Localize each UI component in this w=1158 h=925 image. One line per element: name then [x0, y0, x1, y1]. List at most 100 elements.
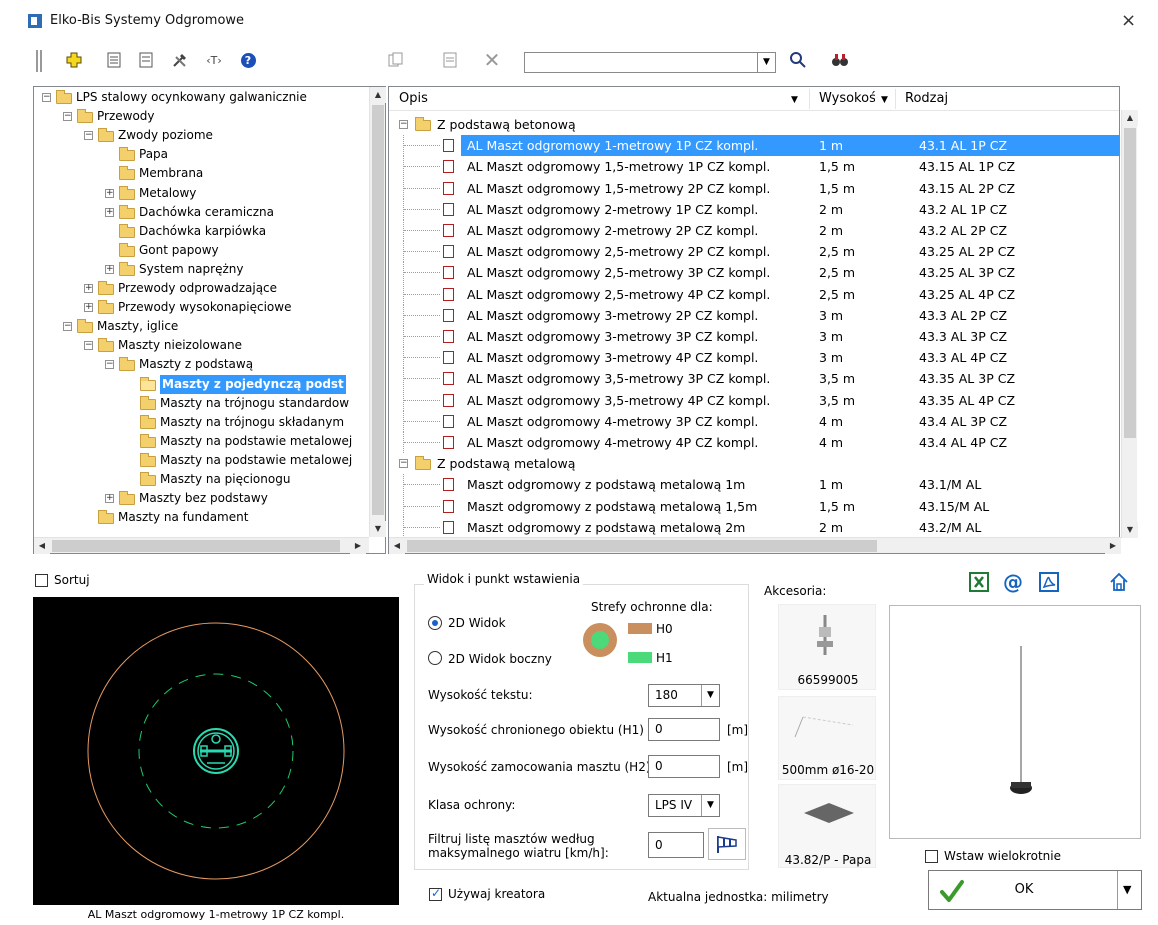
- wind-filter-button[interactable]: [708, 828, 746, 860]
- tree-item[interactable]: Maszty na pięcionogu: [34, 470, 369, 489]
- expand-icon[interactable]: +: [105, 494, 114, 504]
- close-icon[interactable]: ×: [1121, 10, 1136, 31]
- list-hscrollbar[interactable]: ◀ ▶: [389, 537, 1121, 554]
- list-item[interactable]: Maszt odgromowy z podstawą metalową 1,5m…: [389, 495, 1119, 517]
- h1-input[interactable]: 0: [648, 718, 720, 741]
- column-rodzaj[interactable]: Rodzaj: [905, 91, 948, 106]
- wind-filter-input[interactable]: 0: [648, 832, 704, 858]
- tree-item[interactable]: + Maszty bez podstawy: [34, 489, 369, 508]
- scroll-right-icon[interactable]: ▶: [1105, 538, 1121, 554]
- tree-item[interactable]: − Maszty nieizolowane: [34, 336, 369, 355]
- list-item[interactable]: Maszt odgromowy z podstawą metalową 1m 1 …: [389, 474, 1119, 496]
- list-item[interactable]: AL Maszt odgromowy 4-metrowy 3P CZ kompl…: [389, 410, 1119, 432]
- collapse-icon[interactable]: −: [63, 112, 72, 122]
- group-row[interactable]: − Z podstawą metalową: [389, 453, 1119, 474]
- email-icon[interactable]: @: [1000, 569, 1026, 595]
- tree-item[interactable]: − Maszty z podstawą: [34, 355, 369, 374]
- list-item[interactable]: AL Maszt odgromowy 3-metrowy 4P CZ kompl…: [389, 347, 1119, 369]
- paste-icon[interactable]: [440, 50, 460, 70]
- tree-item[interactable]: − Zwody poziome: [34, 126, 369, 145]
- scroll-left-icon[interactable]: ◀: [34, 538, 50, 554]
- list-item[interactable]: AL Maszt odgromowy 1,5-metrowy 2P CZ kom…: [389, 177, 1119, 199]
- product-list[interactable]: Opis ▼ Wysokość ▼ Rodzaj − Z podstawą bet…: [388, 86, 1120, 554]
- radio-2d-side-view[interactable]: [428, 651, 442, 665]
- list-item[interactable]: Maszt odgromowy z podstawą metalową 2m 2 …: [389, 516, 1119, 538]
- collapse-icon[interactable]: −: [84, 131, 93, 141]
- collapse-icon[interactable]: −: [42, 93, 51, 102]
- collapse-icon[interactable]: −: [63, 322, 72, 332]
- collapse-icon[interactable]: −: [84, 341, 93, 351]
- tree-item[interactable]: + Przewody odprowadzające: [34, 279, 369, 298]
- tree-item[interactable]: − LPS stalowy ocynkowany galwanicznie: [34, 88, 369, 107]
- chevron-down-icon[interactable]: ▼: [701, 795, 719, 816]
- text-height-select[interactable]: 180 ▼: [648, 684, 720, 707]
- tree-item[interactable]: Papa: [34, 145, 369, 164]
- list-item[interactable]: AL Maszt odgromowy 2-metrowy 1P CZ kompl…: [389, 198, 1119, 220]
- delete-icon[interactable]: ✕: [482, 48, 502, 72]
- list-item[interactable]: AL Maszt odgromowy 1,5-metrowy 1P CZ kom…: [389, 156, 1119, 178]
- tree-item[interactable]: Maszty na trójnogu składanym: [34, 413, 369, 432]
- list-vscroll-thumb[interactable]: [1124, 128, 1136, 438]
- tree-hscroll-thumb[interactable]: [52, 540, 340, 552]
- tree-item[interactable]: − Maszty, iglice: [34, 317, 369, 336]
- scroll-left-icon[interactable]: ◀: [389, 538, 405, 554]
- radio-2d-view[interactable]: [428, 616, 442, 630]
- tree-item[interactable]: − Przewody: [34, 107, 369, 126]
- tree-item[interactable]: Gont papowy: [34, 241, 369, 260]
- tools-icon[interactable]: [170, 50, 190, 70]
- chevron-down-icon[interactable]: ▼: [701, 685, 719, 706]
- list-item[interactable]: AL Maszt odgromowy 3,5-metrowy 3P CZ kom…: [389, 368, 1119, 390]
- expand-icon[interactable]: +: [105, 264, 114, 274]
- expand-icon[interactable]: +: [105, 188, 114, 198]
- tree-item[interactable]: Maszty na trójnogu standardow: [34, 394, 369, 413]
- scroll-down-icon[interactable]: ▼: [370, 521, 386, 537]
- tree-vscrollbar[interactable]: ▲ ▼: [369, 87, 386, 537]
- group-row[interactable]: − Z podstawą betonową: [389, 114, 1119, 135]
- list-item[interactable]: AL Maszt odgromowy 2,5-metrowy 3P CZ kom…: [389, 262, 1119, 284]
- binoculars-icon[interactable]: [830, 50, 850, 70]
- collapse-icon[interactable]: −: [399, 459, 408, 469]
- tree-item[interactable]: + Dachówka ceramiczna: [34, 203, 369, 222]
- pdf-icon[interactable]: [1036, 569, 1062, 595]
- category-tree[interactable]: − LPS stalowy ocynkowany galwanicznie − Prz…: [33, 86, 386, 554]
- list-item[interactable]: AL Maszt odgromowy 2-metrowy 2P CZ kompl…: [389, 220, 1119, 241]
- expand-icon[interactable]: +: [105, 207, 114, 217]
- tree-item[interactable]: Membrana: [34, 164, 369, 183]
- list-item[interactable]: AL Maszt odgromowy 2,5-metrowy 2P CZ kom…: [389, 241, 1119, 263]
- collapse-icon[interactable]: −: [399, 120, 408, 129]
- excel-export-icon[interactable]: [966, 569, 992, 595]
- protection-class-select[interactable]: LPS IV ▼: [648, 794, 720, 817]
- properties-icon[interactable]: [104, 50, 124, 70]
- add-icon[interactable]: [64, 50, 84, 70]
- list-icon[interactable]: [136, 50, 156, 70]
- tree-item[interactable]: + System naprężny: [34, 260, 369, 279]
- tree-item[interactable]: Maszty na fundament: [34, 508, 369, 527]
- text-icon[interactable]: ‹T›: [204, 50, 224, 70]
- scroll-right-icon[interactable]: ▶: [350, 538, 366, 554]
- tree-item[interactable]: Maszty na podstawie metalowej: [34, 432, 369, 451]
- wysokosc-filter-chevron-icon[interactable]: ▼: [881, 95, 888, 105]
- h2-input[interactable]: 0: [648, 755, 720, 778]
- opis-filter-chevron-icon[interactable]: ▼: [791, 95, 798, 105]
- column-opis[interactable]: Opis: [399, 91, 428, 106]
- insert-multiple-checkbox[interactable]: [925, 850, 938, 863]
- tree-hscrollbar[interactable]: ◀ ▶: [34, 537, 369, 554]
- use-wizard-checkbox[interactable]: [429, 886, 442, 901]
- search-icon[interactable]: [788, 50, 808, 70]
- list-item[interactable]: AL Maszt odgromowy 4-metrowy 4P CZ kompl…: [389, 432, 1119, 453]
- tree-item[interactable]: Maszty z pojedynczą podst: [34, 374, 369, 394]
- list-item[interactable]: AL Maszt odgromowy 3-metrowy 3P CZ kompl…: [389, 326, 1119, 347]
- accessory-tile[interactable]: 66599005: [778, 604, 876, 690]
- accessory-tile[interactable]: 500mm ø16-20: [778, 696, 876, 780]
- expand-icon[interactable]: +: [84, 303, 93, 313]
- list-hscroll-thumb[interactable]: [407, 540, 877, 552]
- list-item[interactable]: AL Maszt odgromowy 2,5-metrowy 4P CZ kom…: [389, 283, 1119, 305]
- accessory-tile[interactable]: 43.82/P - Papa: [778, 784, 876, 868]
- collapse-icon[interactable]: −: [105, 360, 114, 370]
- toolbar-grip[interactable]: [36, 50, 42, 72]
- help-icon[interactable]: ?: [238, 50, 258, 70]
- tree-vscroll-thumb[interactable]: [372, 105, 384, 515]
- list-item[interactable]: AL Maszt odgromowy 3-metrowy 2P CZ kompl…: [389, 304, 1119, 326]
- tree-item[interactable]: + Metalowy: [34, 184, 369, 203]
- tree-item[interactable]: + Przewody wysokonapięciowe: [34, 298, 369, 317]
